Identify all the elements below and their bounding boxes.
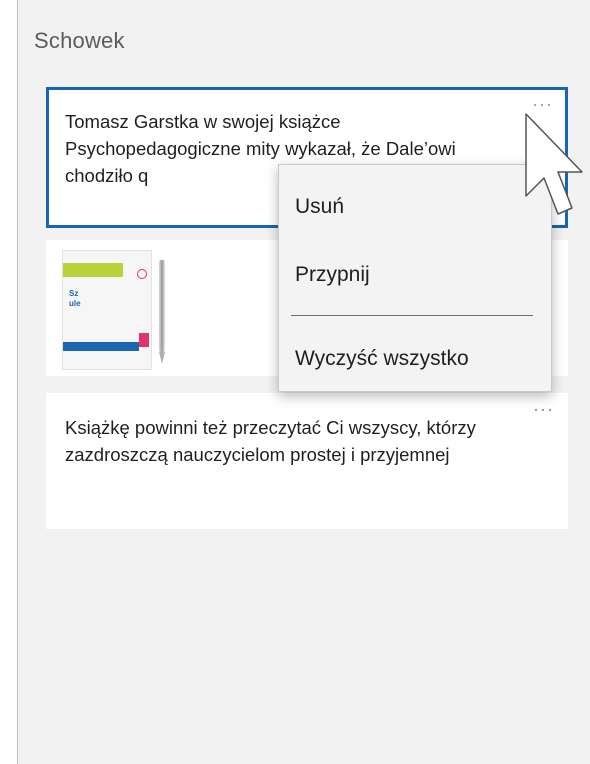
more-horizontal-icon[interactable]: ··· <box>533 399 554 420</box>
mouse-pointer-icon <box>525 113 583 215</box>
left-window-edge <box>0 0 18 764</box>
context-menu: Usuń Przypnij Wyczyść wszystko <box>278 164 552 392</box>
menu-separator <box>291 315 533 316</box>
menu-item-clear-all[interactable]: Wyczyść wszystko <box>295 347 469 371</box>
clipboard-item-text: Książkę powinni też przeczytać Ci wszysc… <box>65 417 476 465</box>
pen-image <box>159 260 165 352</box>
book-and-pen-thumbnail: Sz ule <box>62 246 172 370</box>
menu-item-delete[interactable]: Usuń <box>295 195 344 219</box>
clipboard-item-3[interactable]: Książkę powinni też przeczytać Ci wszysc… <box>46 393 568 529</box>
menu-item-pin[interactable]: Przypnij <box>295 263 370 287</box>
book-cover-image: Sz ule <box>62 250 152 370</box>
panel-title: Schowek <box>34 28 125 53</box>
